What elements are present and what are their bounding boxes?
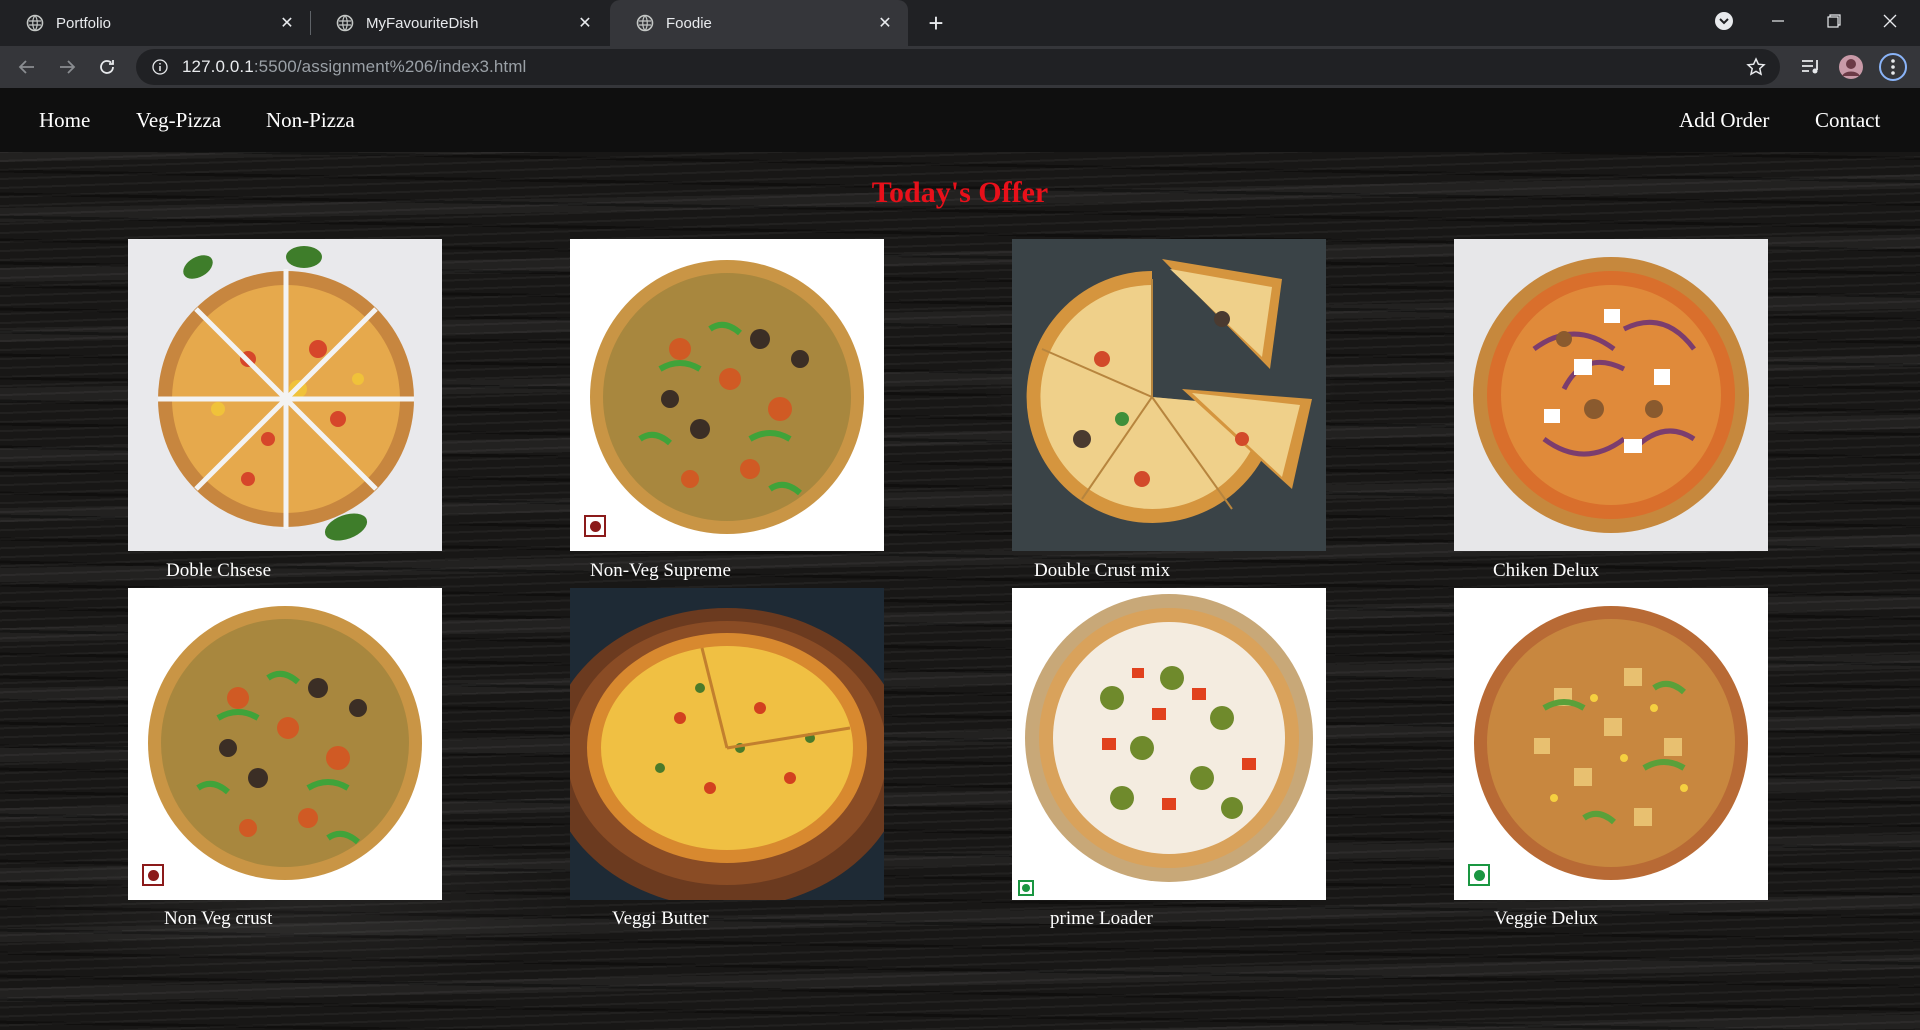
pizza-name: Chiken Delux — [1493, 560, 1600, 581]
address-bar[interactable]: 127.0.0.1:5500/assignment%206/index3.htm… — [136, 49, 1780, 85]
browser-toolbar: 127.0.0.1:5500/assignment%206/index3.htm… — [0, 46, 1920, 88]
more-vertical-icon — [1879, 53, 1907, 81]
pizza-name: Double Crust mix — [1034, 560, 1171, 581]
nav-link-non-pizza[interactable]: Non-Pizza — [266, 108, 355, 133]
pizza-image — [128, 588, 442, 900]
browser-menu-button[interactable] — [1878, 52, 1908, 82]
tab-title: Portfolio — [56, 14, 112, 32]
pizza-image — [1012, 239, 1326, 551]
new-tab-button[interactable]: + — [921, 8, 951, 38]
close-icon — [1883, 14, 1897, 28]
restore-button[interactable] — [1806, 0, 1862, 42]
site-navbar: Home Veg-Pizza Non-Pizza Add Order Conta… — [0, 88, 1920, 152]
browser-tab-foodie[interactable]: Foodie ✕ — [610, 0, 908, 46]
web-page: Home Veg-Pizza Non-Pizza Add Order Conta… — [0, 88, 1920, 1030]
bookmark-star-icon[interactable] — [1746, 57, 1766, 77]
close-tab-icon[interactable]: ✕ — [874, 12, 896, 34]
reload-icon — [100, 60, 114, 74]
pizza-name: Veggie Delux — [1494, 908, 1598, 929]
address-host: 127.0.0.1 — [182, 57, 254, 76]
browser-tab-myfavouritedish[interactable]: MyFavouriteDish ✕ — [310, 0, 608, 46]
nav-link-add-order[interactable]: Add Order — [1679, 108, 1769, 133]
pizza-name: prime Loader — [1050, 908, 1153, 929]
media-button[interactable] — [1796, 52, 1826, 82]
chevron-down-circle-icon — [1715, 12, 1733, 30]
non-veg-badge-icon — [584, 515, 606, 537]
back-button[interactable] — [12, 52, 42, 82]
minimize-button[interactable] — [1750, 0, 1806, 42]
tab-search-button[interactable] — [1696, 0, 1752, 42]
pizza-card-image[interactable] — [1454, 239, 1768, 551]
veg-badge-icon — [1468, 864, 1490, 886]
pizza-card-image[interactable] — [128, 588, 442, 900]
pizza-card-image[interactable] — [570, 588, 884, 900]
todays-offer-heading: Today's Offer — [871, 176, 1049, 209]
pizza-image — [1454, 588, 1768, 900]
globe-icon — [26, 14, 44, 32]
pizza-card-image[interactable] — [570, 239, 884, 551]
address-text: 127.0.0.1:5500/assignment%206/index3.htm… — [182, 57, 526, 77]
close-tab-icon[interactable]: ✕ — [276, 12, 298, 34]
pizza-name: Doble Chsese — [166, 560, 272, 581]
browser-tab-strip: Portfolio ✕ MyFavouriteDish ✕ Foodie ✕ + — [0, 0, 1920, 46]
pizza-image — [1012, 588, 1326, 900]
minimize-icon — [1772, 20, 1784, 22]
nav-link-home[interactable]: Home — [39, 108, 90, 133]
nav-link-veg-pizza[interactable]: Veg-Pizza — [136, 108, 221, 133]
address-path: :5500/assignment%206/index3.html — [253, 57, 527, 76]
close-window-button[interactable] — [1862, 0, 1918, 42]
pizza-card-image[interactable] — [1012, 588, 1326, 900]
restore-icon — [1827, 14, 1841, 28]
reload-button[interactable] — [92, 52, 122, 82]
pizza-image — [570, 588, 884, 900]
pizza-image — [128, 239, 442, 551]
pizza-card-image[interactable] — [128, 239, 442, 551]
tab-title: Foodie — [666, 14, 712, 32]
pizza-image — [570, 239, 884, 551]
info-icon[interactable] — [152, 59, 168, 75]
veg-badge-icon — [1018, 880, 1034, 896]
nav-link-contact[interactable]: Contact — [1815, 108, 1880, 133]
arrow-left-icon — [18, 60, 34, 74]
arrow-right-icon — [60, 60, 76, 74]
browser-tab-portfolio[interactable]: Portfolio ✕ — [0, 0, 310, 46]
avatar-icon — [1839, 55, 1863, 79]
pizza-card-image[interactable] — [1454, 588, 1768, 900]
close-tab-icon[interactable]: ✕ — [574, 12, 596, 34]
forward-button[interactable] — [52, 52, 82, 82]
pizza-name: Veggi Butter — [612, 908, 709, 929]
pizza-name: Non Veg crust — [164, 908, 273, 929]
profile-avatar[interactable] — [1836, 52, 1866, 82]
playlist-icon — [1802, 60, 1818, 74]
globe-icon — [636, 14, 654, 32]
globe-icon — [336, 14, 354, 32]
pizza-card-image[interactable] — [1012, 239, 1326, 551]
non-veg-badge-icon — [142, 864, 164, 886]
pizza-name: Non-Veg Supreme — [590, 560, 731, 581]
tab-title: MyFavouriteDish — [366, 14, 479, 32]
pizza-image — [1454, 239, 1768, 551]
